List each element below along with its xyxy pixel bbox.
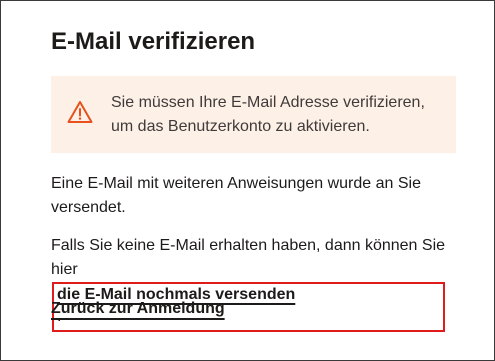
warning-alert: Sie müssen Ihre E-Mail Adresse verifizie… — [51, 76, 456, 153]
email-sent-message: Eine E-Mail mit weiteren Anweisungen wur… — [51, 172, 421, 220]
resend-line-2: hier die E-Mail nochmals versenden. — [51, 258, 446, 332]
back-to-login-link[interactable]: Zurück zur Anmeldung — [51, 300, 225, 318]
resend-line-1: Falls Sie keine E-Mail erhalten haben, d… — [51, 237, 446, 254]
resend-prefix: hier — [51, 261, 78, 278]
email-sent-line-1: Eine E-Mail mit weiteren Anweisungen wur… — [51, 175, 421, 192]
verification-panel: E-Mail verifizieren Sie müssen Ihre E-Ma… — [0, 0, 495, 361]
warning-alert-line-1: Sie müssen Ihre E-Mail Adresse verifizie… — [111, 94, 425, 111]
warning-alert-line-2: um das Benutzerkonto zu aktivieren. — [111, 118, 370, 135]
warning-triangle-icon — [67, 101, 93, 123]
warning-alert-message: Sie müssen Ihre E-Mail Adresse verifizie… — [111, 91, 451, 139]
email-sent-line-2: versendet. — [51, 199, 126, 216]
page-title: E-Mail verifizieren — [51, 28, 256, 55]
